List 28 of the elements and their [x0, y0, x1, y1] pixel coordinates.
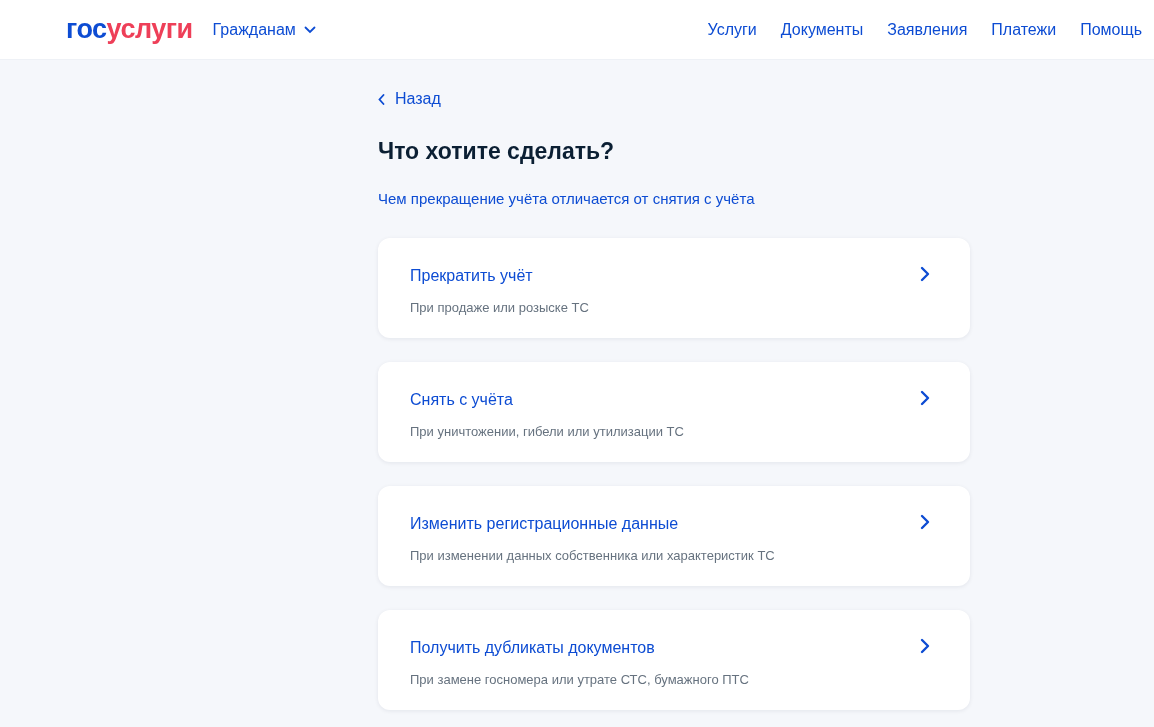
info-link[interactable]: Чем прекращение учёта отличается от снятия с учёта: [378, 187, 755, 211]
option-card[interactable]: Прекратить учёт При продаже или розыске ТС: [378, 238, 970, 339]
option-description: При уничтожении, гибели или утилизации ТС: [410, 423, 685, 442]
option-title: Снять с учёта: [410, 390, 514, 411]
audience-menu[interactable]: Гражданам: [212, 17, 316, 42]
nav-link[interactable]: Услуги: [707, 17, 757, 42]
option-description: При изменении данных собственника или характеристик ТС: [410, 547, 776, 566]
nav-link[interactable]: Помощь: [1080, 17, 1142, 42]
chevron-icon: [303, 25, 316, 34]
nav-link[interactable]: Документы: [780, 17, 864, 42]
nav-link[interactable]: Платежи: [991, 17, 1057, 42]
chevron-icon: [920, 514, 930, 531]
option-title: Получить дубликаты документов: [410, 638, 656, 659]
chevron-icon: [920, 266, 930, 283]
chevron-icon: [920, 390, 930, 407]
page-title: Что хотите сделать?: [378, 137, 616, 166]
option-card[interactable]: Изменить регистрационные данные При изменении данных собственника или характеристик ТС: [378, 486, 970, 587]
back-icon: [378, 93, 385, 105]
option-title: Прекратить учёт: [410, 266, 534, 287]
option-title: Изменить регистрационные данные: [410, 514, 680, 535]
chevron-icon: [920, 638, 930, 655]
logo[interactable]: госуслуги: [66, 16, 193, 43]
nav-link[interactable]: Заявления: [887, 17, 968, 42]
option-card[interactable]: Снять с учёта При уничтожении, гибели или утилизации ТС: [378, 362, 970, 463]
back-link[interactable]: Назад: [378, 87, 441, 111]
option-card[interactable]: Получить дубликаты документов При замене госномера или утрате СТС, бумажного ПТС: [378, 610, 970, 711]
option-description: При продаже или розыске ТС: [410, 299, 590, 318]
option-description: При замене госномера или утрате СТС, бумажного ПТС: [410, 671, 750, 690]
